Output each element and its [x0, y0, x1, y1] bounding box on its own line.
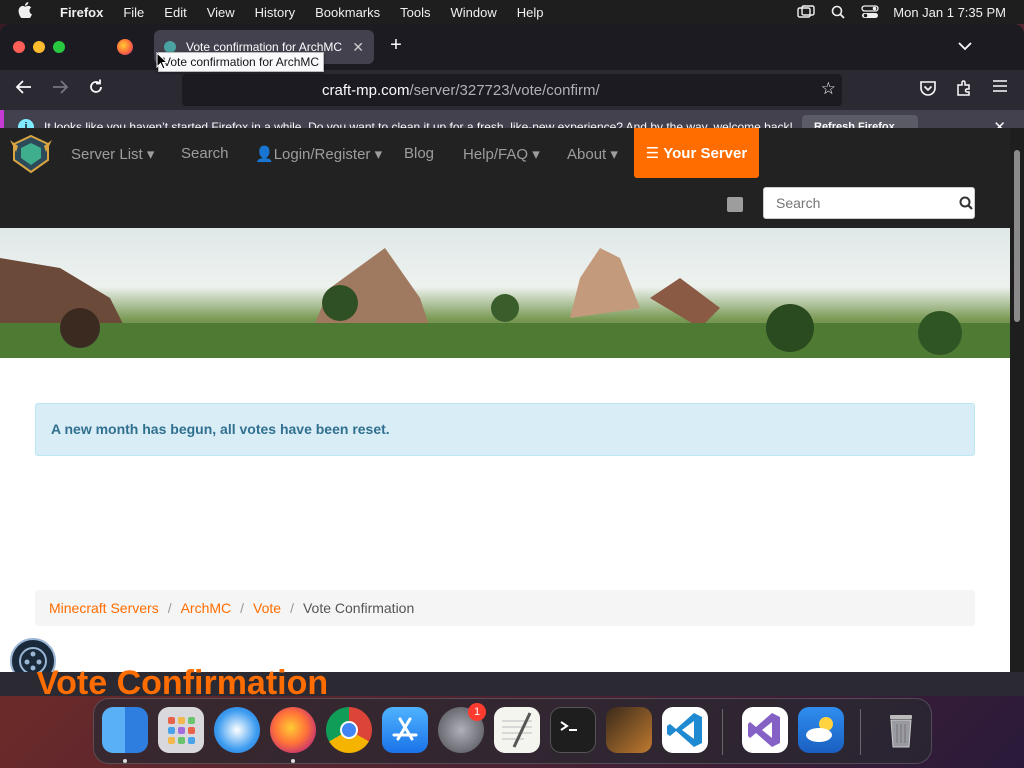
breadcrumb-minecraft-servers[interactable]: Minecraft Servers	[49, 600, 159, 616]
macos-menubar: Firefox File Edit View History Bookmarks…	[0, 0, 1024, 24]
chrome-icon[interactable]	[326, 707, 372, 753]
user-icon: 👤	[255, 146, 274, 163]
spotlight-search-icon[interactable]	[829, 5, 847, 19]
vscode-icon[interactable]	[662, 707, 708, 753]
control-center-icon[interactable]	[861, 5, 879, 19]
dock-separator	[722, 709, 723, 755]
firefox-view-icon[interactable]	[117, 39, 133, 55]
nav-server-list-label: Server List	[71, 146, 143, 163]
macos-dock	[93, 698, 932, 764]
breadcrumb-separator: /	[290, 600, 294, 616]
breadcrumb-current: Vote Confirmation	[302, 600, 415, 616]
nav-help-label: Help/FAQ	[463, 146, 529, 163]
close-window-button[interactable]	[13, 41, 25, 53]
system-settings-badge: 1	[468, 703, 486, 721]
visual-studio-icon[interactable]	[742, 707, 788, 753]
dock-separator	[860, 709, 861, 755]
breadcrumb: Minecraft Servers / ArchMC / Vote / Vote…	[35, 590, 975, 626]
window-controls	[0, 41, 65, 53]
your-server-button[interactable]: ☰ Your Server	[634, 128, 759, 178]
firefox-running-indicator	[291, 759, 295, 763]
breadcrumb-vote[interactable]: Vote	[253, 600, 281, 616]
app-store-icon[interactable]	[382, 707, 428, 753]
navigation-toolbar: craft-mp.com/server/327723/vote/confirm/…	[0, 70, 1024, 110]
nav-search[interactable]: Search	[181, 145, 229, 162]
menu-app-name[interactable]: Firefox	[50, 5, 113, 20]
your-server-label: Your Server	[663, 144, 748, 162]
breadcrumb-separator: /	[240, 600, 245, 616]
scrollbar-thumb[interactable]	[1014, 150, 1020, 322]
nav-login-label: Login/Register	[273, 146, 371, 163]
minimize-window-button[interactable]	[33, 41, 45, 53]
server-list-icon: ☰	[645, 145, 660, 162]
nav-about-label: About	[567, 146, 607, 163]
menu-file[interactable]: File	[113, 5, 154, 20]
url-path: /server/327723/vote/confirm/	[409, 81, 600, 99]
launchpad-icon[interactable]	[158, 707, 204, 753]
search-icon[interactable]	[957, 188, 974, 218]
nav-login-register[interactable]: 👤Login/Register ▾	[255, 145, 382, 163]
safari-icon[interactable]	[214, 707, 260, 753]
menu-help[interactable]: Help	[507, 5, 554, 20]
extensions-icon[interactable]	[954, 79, 974, 99]
tab-tooltip: Vote confirmation for ArchMC	[158, 52, 325, 72]
nav-about[interactable]: About ▾	[567, 145, 618, 163]
bookmark-star-icon[interactable]: ☆	[821, 79, 836, 99]
menubar-clock[interactable]: Mon Jan 1 7:35 PM	[893, 5, 1006, 20]
zoom-window-button[interactable]	[53, 41, 65, 53]
weather-icon[interactable]	[798, 707, 844, 753]
menu-edit[interactable]: Edit	[154, 5, 196, 20]
reload-icon[interactable]	[84, 78, 108, 101]
mouse-cursor-icon	[156, 51, 169, 75]
trash-icon[interactable]	[878, 707, 924, 753]
menu-view[interactable]: View	[197, 5, 245, 20]
textedit-icon[interactable]	[494, 707, 540, 753]
forward-icon[interactable]	[48, 78, 72, 101]
site-search-form	[763, 187, 975, 219]
breadcrumb-separator: /	[167, 600, 172, 616]
terminal-icon[interactable]	[550, 707, 596, 753]
tab-close-icon[interactable]: ✕	[352, 39, 364, 56]
page-scrollbar[interactable]	[1010, 128, 1024, 672]
site-logo-icon[interactable]	[8, 134, 54, 174]
list-all-tabs-icon[interactable]	[958, 38, 972, 54]
minecraft-landscape-banner	[0, 228, 1010, 358]
finder-icon[interactable]	[102, 707, 148, 753]
menu-window[interactable]: Window	[441, 5, 507, 20]
menu-bookmarks[interactable]: Bookmarks	[305, 5, 390, 20]
twitter-icon[interactable]	[727, 197, 743, 212]
pocket-icon[interactable]	[918, 79, 938, 99]
menu-history[interactable]: History	[245, 5, 305, 20]
vote-reset-alert: A new month has begun, all votes have be…	[35, 403, 975, 456]
app-menu-icon[interactable]	[990, 79, 1010, 99]
page-title: Vote Confirmation	[36, 664, 329, 696]
nav-help-faq[interactable]: Help/FAQ ▾	[463, 145, 540, 163]
apple-menu-icon[interactable]	[0, 2, 50, 22]
nav-blog[interactable]: Blog	[404, 145, 434, 162]
back-icon[interactable]	[12, 78, 36, 101]
site-search-input[interactable]	[764, 188, 957, 218]
nav-server-list[interactable]: Server List ▾	[71, 145, 154, 163]
firefox-icon[interactable]	[270, 707, 316, 753]
breadcrumb-archmc[interactable]: ArchMC	[181, 600, 232, 616]
url-bar[interactable]: craft-mp.com/server/327723/vote/confirm/…	[182, 74, 842, 106]
garageband-icon[interactable]	[606, 707, 652, 753]
tab-bar: Vote confirmation for ArchMC ✕ +	[0, 24, 1024, 70]
new-tab-icon[interactable]: +	[386, 34, 406, 57]
url-host: craft-mp.com	[322, 81, 410, 99]
menu-tools[interactable]: Tools	[390, 5, 440, 20]
site-navbar: Server List ▾ Search 👤Login/Register ▾ B…	[0, 128, 1010, 228]
accessibility-widget-icon[interactable]	[10, 638, 56, 672]
finder-running-indicator	[123, 759, 127, 763]
screen-mirroring-icon[interactable]	[797, 5, 815, 19]
